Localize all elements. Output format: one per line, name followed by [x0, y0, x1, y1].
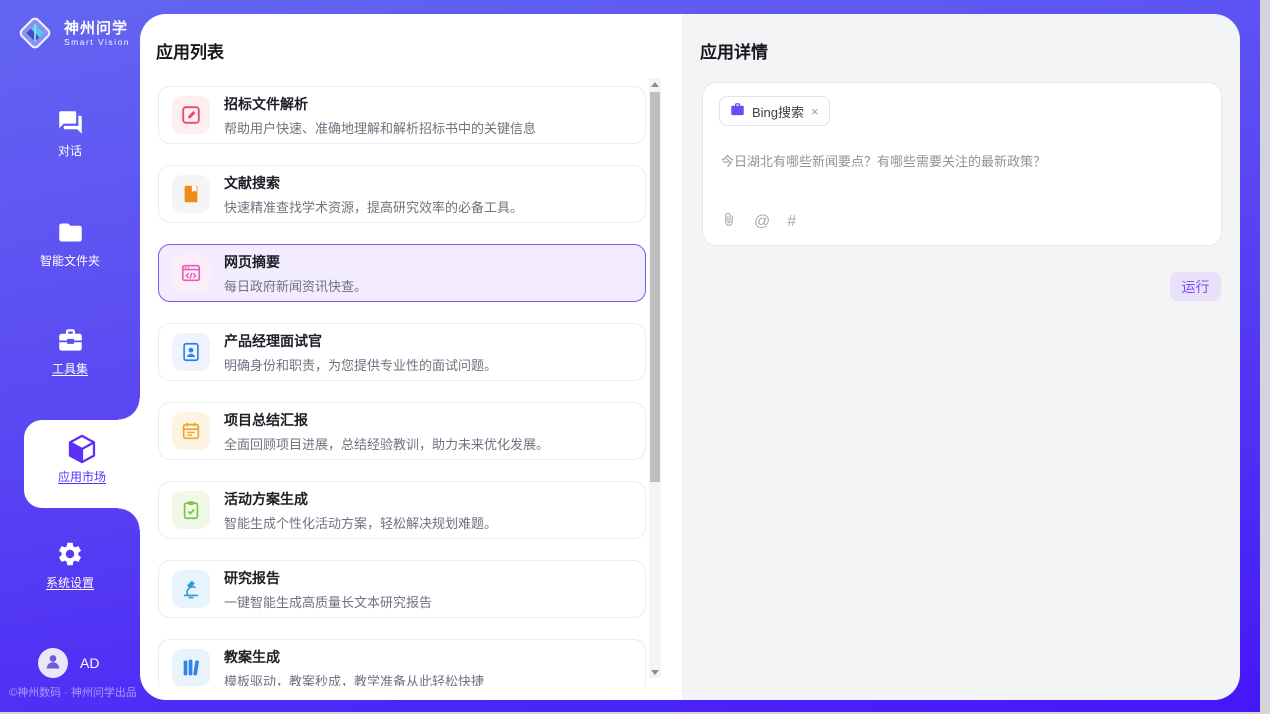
calendar-report-icon: [172, 412, 210, 450]
app-card-title: 活动方案生成: [224, 489, 497, 509]
sidebar-item-app-market[interactable]: 应用市场: [24, 420, 140, 508]
run-button[interactable]: 运行: [1170, 272, 1221, 301]
app-list-pane: 应用列表 招标文件解析帮助用户快速、准确地理解和解析招标书中的关键信息文献搜索快…: [140, 14, 682, 700]
app-card-title: 网页摘要: [224, 252, 367, 272]
app-card-title: 研究报告: [224, 568, 432, 588]
app-card-description: 每日政府新闻资讯快查。: [224, 276, 367, 295]
tab-curve-bottom: [118, 508, 140, 530]
tab-curve-top: [118, 398, 140, 420]
app-detail-title: 应用详情: [700, 38, 768, 63]
app-card-title: 项目总结汇报: [224, 410, 549, 430]
app-card[interactable]: 活动方案生成智能生成个性化活动方案，轻松解决规划难题。: [158, 481, 646, 539]
app-card-list: 招标文件解析帮助用户快速、准确地理解和解析招标书中的关键信息文献搜索快速精准查找…: [158, 78, 646, 686]
briefcase-icon: [730, 102, 745, 120]
gear-icon: [0, 540, 140, 568]
brand-logo: 神州问学 Smart Vision: [14, 12, 130, 54]
sidebar-item-label: 系统设置: [46, 574, 94, 591]
sidebar-item-label: 智能文件夹: [40, 252, 100, 269]
sidebar-item-chat[interactable]: 对话: [0, 108, 140, 160]
cube-icon: [24, 420, 140, 464]
plugin-chip-label: Bing搜索: [752, 102, 804, 121]
books-icon: [172, 649, 210, 686]
app-card-description: 快速精准查找学术资源，提高研究效率的必备工具。: [224, 197, 523, 216]
app-card-description: 模板驱动，教案秒成，教学准备从此轻松快捷: [224, 671, 484, 687]
app-detail-pane: 应用详情 Bing搜索 × 今日湖北有哪些新闻要点？有哪些需要关注的最新政策？: [682, 14, 1240, 700]
list-scrollbar[interactable]: [649, 78, 661, 678]
app-card[interactable]: 研究报告一键智能生成高质量长文本研究报告: [158, 560, 646, 618]
sidebar-item-label: 工具集: [52, 360, 88, 377]
book-icon: [172, 175, 210, 213]
microscope-icon: [172, 570, 210, 608]
app-card-description: 帮助用户快速、准确地理解和解析招标书中的关键信息: [224, 118, 536, 137]
plugin-chip-bing-search[interactable]: Bing搜索 ×: [719, 96, 830, 126]
sidebar-item-label: 应用市场: [58, 468, 106, 485]
toolbox-icon: [0, 326, 140, 354]
content-panel: 应用列表 招标文件解析帮助用户快速、准确地理解和解析招标书中的关键信息文献搜索快…: [140, 14, 1240, 700]
app-list-title: 应用列表: [156, 38, 224, 63]
diamond-logo-icon: [14, 12, 56, 54]
app-card-description: 一键智能生成高质量长文本研究报告: [224, 592, 432, 611]
app-window: 神州问学 Smart Vision 对话 智能文件夹: [0, 0, 1260, 712]
clipboard-check-icon: [172, 491, 210, 529]
sidebar: 神州问学 Smart Vision 对话 智能文件夹: [0, 0, 140, 712]
interviewer-icon: [172, 333, 210, 371]
app-card-description: 明确身份和职责，为您提供专业性的面试问题。: [224, 355, 497, 374]
sidebar-item-settings[interactable]: 系统设置: [0, 540, 140, 592]
app-card[interactable]: 招标文件解析帮助用户快速、准确地理解和解析招标书中的关键信息: [158, 86, 646, 144]
user-account[interactable]: AD: [38, 648, 99, 678]
app-card-title: 文献搜索: [224, 173, 523, 193]
app-card-description: 全面回顾项目进展，总结经验教训，助力未来优化发展。: [224, 434, 549, 453]
scroll-up-icon[interactable]: [649, 78, 661, 90]
chat-icon: [0, 108, 140, 136]
sidebar-item-label: 对话: [58, 142, 82, 159]
avatar: [38, 648, 68, 678]
brand-tagline: Smart Vision: [64, 37, 130, 47]
copyright-text: ©神州数码 · 神州问学出品: [9, 684, 137, 700]
pen-square-icon: [172, 96, 210, 134]
brand-name: 神州问学: [64, 20, 130, 37]
person-icon: [43, 651, 63, 676]
app-card[interactable]: 文献搜索快速精准查找学术资源，提高研究效率的必备工具。: [158, 165, 646, 223]
app-card-description: 智能生成个性化活动方案，轻松解决规划难题。: [224, 513, 497, 532]
app-list-viewport: 招标文件解析帮助用户快速、准确地理解和解析招标书中的关键信息文献搜索快速精准查找…: [158, 78, 646, 686]
prompt-text[interactable]: 今日湖北有哪些新闻要点？有哪些需要关注的最新政策？: [721, 151, 1203, 170]
app-card-title: 教案生成: [224, 647, 484, 667]
close-icon[interactable]: ×: [811, 104, 819, 119]
browser-code-icon: [172, 254, 210, 292]
prompt-toolbar: @ #: [721, 210, 796, 233]
hash-icon[interactable]: #: [787, 214, 796, 230]
scroll-down-icon[interactable]: [649, 666, 661, 678]
app-card-title: 招标文件解析: [224, 94, 536, 114]
sidebar-item-smart-folder[interactable]: 智能文件夹: [0, 218, 140, 270]
app-card[interactable]: 教案生成模板驱动，教案秒成，教学准备从此轻松快捷: [158, 639, 646, 686]
app-card-title: 产品经理面试官: [224, 331, 497, 351]
user-label: AD: [80, 655, 99, 671]
mention-icon[interactable]: @: [754, 214, 770, 230]
scrollbar-thumb[interactable]: [650, 92, 660, 482]
sidebar-item-toolset[interactable]: 工具集: [0, 326, 140, 378]
prompt-card[interactable]: Bing搜索 × 今日湖北有哪些新闻要点？有哪些需要关注的最新政策？ @ #: [702, 82, 1222, 246]
app-card[interactable]: 网页摘要每日政府新闻资讯快查。: [158, 244, 646, 302]
folder-icon: [0, 218, 140, 246]
app-card[interactable]: 项目总结汇报全面回顾项目进展，总结经验教训，助力未来优化发展。: [158, 402, 646, 460]
paperclip-icon[interactable]: [721, 210, 737, 233]
app-card[interactable]: 产品经理面试官明确身份和职责，为您提供专业性的面试问题。: [158, 323, 646, 381]
